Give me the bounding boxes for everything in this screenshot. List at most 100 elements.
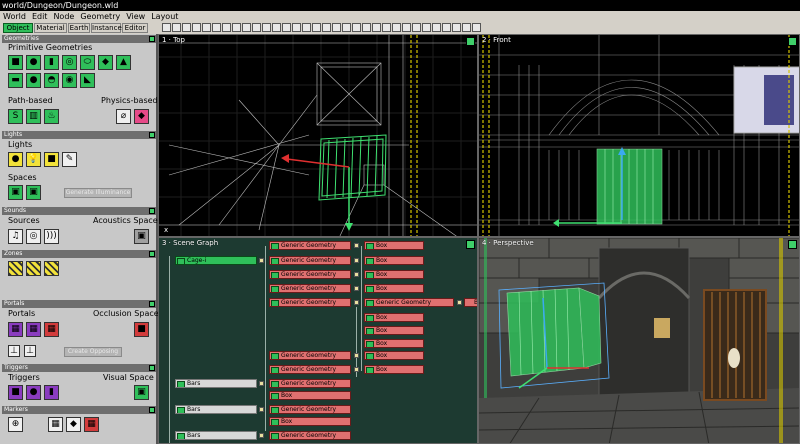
scene-node-box[interactable]: Box [364,256,424,265]
viewport-perspective-maximize-icon[interactable] [788,240,797,249]
light-space-icon[interactable]: ▣ [8,185,23,200]
tool-10-icon[interactable] [252,23,261,32]
scene-node-generic[interactable]: Generic Geometry [269,405,351,414]
viewport-perspective[interactable]: 4 · Perspective [478,237,800,444]
menu-geometry[interactable]: Geometry [77,11,123,22]
node-expand-icon[interactable] [259,258,264,263]
physics-cloth-icon[interactable]: ◆ [134,109,149,124]
cube-icon[interactable]: ◆ [98,55,113,70]
menu-world[interactable]: World [0,11,29,22]
tool-8-icon[interactable] [232,23,241,32]
tube-icon[interactable]: ◉ [62,73,77,88]
zone-sphere-icon[interactable] [26,261,41,276]
tool-24-icon[interactable] [392,23,401,32]
trigger-cylinder-icon[interactable]: ▮ [44,385,59,400]
acoustics-space-icon[interactable]: ▣ [134,229,149,244]
tool-23-icon[interactable] [382,23,391,32]
tool-18-icon[interactable] [332,23,341,32]
tab-earth[interactable]: Earth [68,23,90,33]
scene-node-bars[interactable]: Bars [175,431,257,440]
trigger-sphere-icon[interactable]: ● [26,385,41,400]
marker-cube-icon[interactable]: ◆ [66,417,81,432]
viewport-front[interactable]: 2 · Front [478,34,800,237]
trigger-box-icon[interactable]: ■ [8,385,23,400]
tool-9-icon[interactable] [242,23,251,32]
node-expand-icon[interactable] [354,286,359,291]
tool-30-icon[interactable] [452,23,461,32]
spot-light-icon[interactable]: ✎ [62,152,77,167]
node-expand-icon[interactable] [259,407,264,412]
visual-space-icon[interactable]: ▣ [134,385,149,400]
zone-cylinder-icon[interactable] [44,261,59,276]
portal-icon[interactable]: ▦ [8,322,23,337]
scene-node-generic[interactable]: Generic Geometry [269,256,351,265]
scene-node-generic[interactable]: Generic Geometry [269,298,351,307]
ambient-source-icon[interactable]: ◎ [26,229,41,244]
scene-node-box[interactable]: Box [269,417,351,426]
tool-22-icon[interactable] [372,23,381,32]
path-lathe-icon[interactable]: ♨ [44,109,59,124]
cone-icon[interactable]: ▲ [116,55,131,70]
portal-tool-1-icon[interactable]: ⊥ [8,345,20,357]
occlusion-space-icon[interactable]: ■ [134,322,149,337]
generate-illuminance-button[interactable]: Generate Illuminance [64,188,132,198]
node-expand-icon[interactable] [354,243,359,248]
scene-node-generic[interactable]: Generic Geometry [269,351,351,360]
node-expand-icon[interactable] [259,381,264,386]
torus-icon[interactable]: ◎ [62,55,77,70]
cylinder-icon[interactable]: ▮ [44,55,59,70]
tool-14-icon[interactable] [292,23,301,32]
tool-17-icon[interactable] [322,23,331,32]
plane-icon[interactable]: ▬ [8,73,23,88]
scene-node-box[interactable]: Box [364,365,424,374]
viewport-top[interactable]: 1 · Top x [158,34,478,237]
scene-node-bars[interactable]: Bars [175,379,257,388]
scene-node-box[interactable]: Box [364,313,424,322]
tool-5-icon[interactable] [202,23,211,32]
scene-node-generic[interactable]: Generic Geometry [364,298,454,307]
tool-12-icon[interactable] [272,23,281,32]
menu-view[interactable]: View [123,11,148,22]
tool-29-icon[interactable] [442,23,451,32]
scene-node-generic[interactable]: Generic Geometry [269,270,351,279]
move-tool-icon[interactable] [172,23,181,32]
tab-editor[interactable]: Editor [122,23,148,33]
area-light-icon[interactable]: ■ [44,152,59,167]
tool-21-icon[interactable] [362,23,371,32]
rotate-tool-icon[interactable] [182,23,191,32]
node-expand-icon[interactable] [354,272,359,277]
marker-brick-icon[interactable]: ▦ [84,417,99,432]
tool-27-icon[interactable] [422,23,431,32]
tool-32-icon[interactable] [472,23,481,32]
bulb-light-icon[interactable]: 💡 [26,152,41,167]
path-curve-icon[interactable]: S [8,109,23,124]
node-expand-icon[interactable] [259,433,264,438]
music-source-icon[interactable]: ♫ [8,229,23,244]
create-opposing-button[interactable]: Create Opposing [64,347,122,357]
tab-material[interactable]: Material [34,23,67,33]
viewport-scene-maximize-icon[interactable] [466,240,475,249]
scene-node-box[interactable]: Box [364,351,424,360]
marker-grid-icon[interactable]: ▦ [48,417,63,432]
illuminance-space-icon[interactable]: ▣ [26,185,41,200]
tool-26-icon[interactable] [412,23,421,32]
portal-tool-2-icon[interactable]: ⊥ [24,345,36,357]
select-tool-icon[interactable] [162,23,171,32]
disc-icon[interactable]: ● [26,73,41,88]
tool-16-icon[interactable] [312,23,321,32]
scene-node-generic[interactable]: Generic Geometry [269,365,351,374]
menu-edit[interactable]: Edit [29,11,51,22]
path-extrude-icon[interactable]: ▥ [26,109,41,124]
physics-rope-icon[interactable]: ⌀ [116,109,131,124]
scene-node-cage[interactable]: Cage-i [175,256,257,265]
scene-node-box[interactable]: Box [364,270,424,279]
tool-6-icon[interactable] [212,23,221,32]
tab-instance[interactable]: Instance [91,23,122,33]
menu-node[interactable]: Node [50,11,77,22]
viewport-top-maximize-icon[interactable] [466,37,475,46]
wedge-icon[interactable]: ◣ [80,73,95,88]
scene-node-box[interactable]: Box [364,241,424,250]
node-expand-icon[interactable] [354,353,359,358]
marker-crosshair-icon[interactable]: ⊕ [8,417,23,432]
tool-15-icon[interactable] [302,23,311,32]
